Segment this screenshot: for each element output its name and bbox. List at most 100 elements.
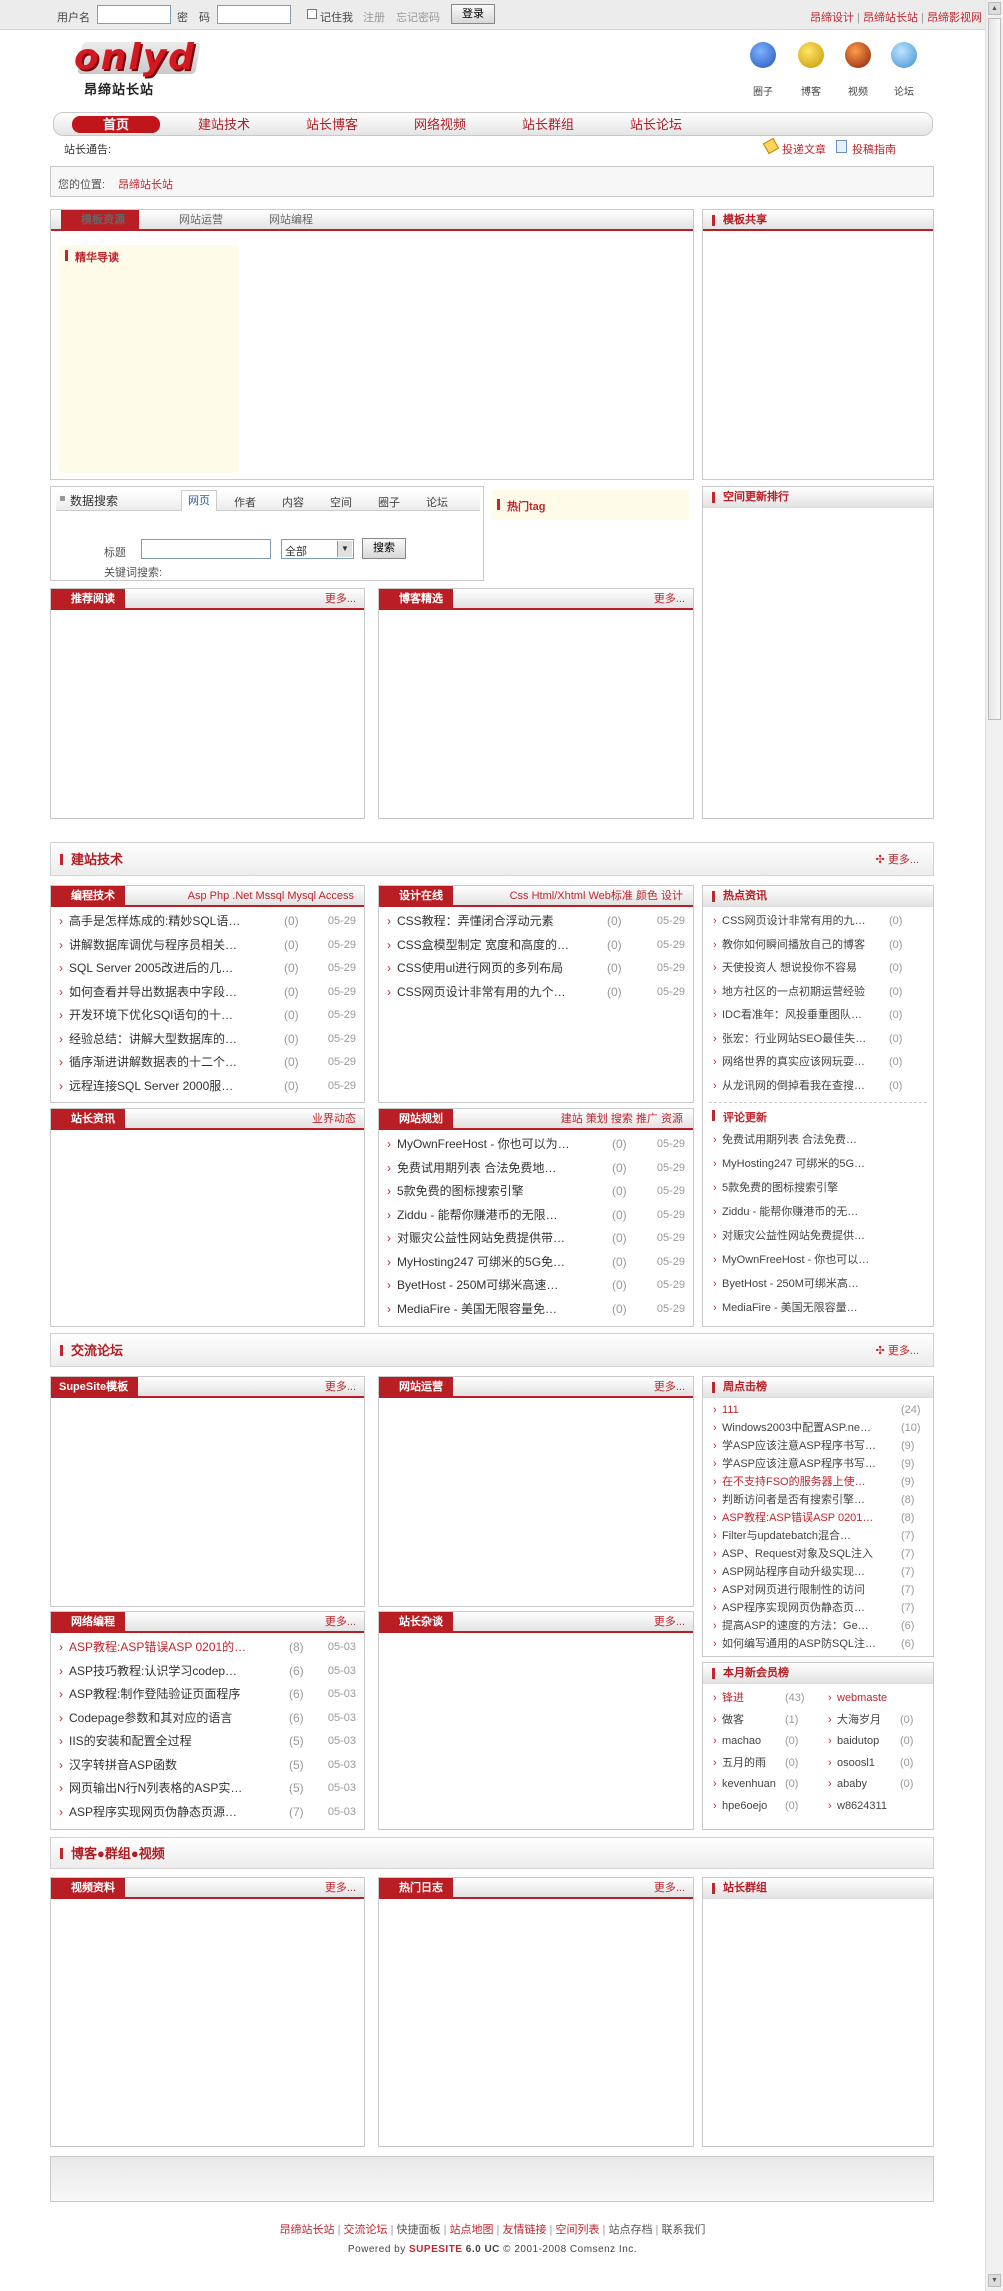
- list-item[interactable]: › ASP程序实现网页伪静态页源… (7) 05-03: [59, 1801, 356, 1824]
- list-item-title[interactable]: 在不支持FSO的服务器上使…: [722, 1473, 866, 1491]
- list-item-title[interactable]: 汉字转拼音ASP函数: [69, 1754, 177, 1777]
- nav-tech[interactable]: 建站技术: [180, 116, 268, 133]
- search-tab-forum[interactable]: 论坛: [426, 494, 448, 510]
- list-item[interactable]: › 开发环境下优化SQl语句的十… (0) 05-29: [59, 1004, 356, 1027]
- net-prog-more-link[interactable]: 更多...: [325, 1612, 356, 1633]
- member-item[interactable]: › kevenhuan (0): [713, 1773, 812, 1796]
- footer-link-spaces[interactable]: 空间列表: [555, 2224, 599, 2236]
- list-item[interactable]: › CSS教程：弄懂闭合浮动元素 (0) 05-29: [387, 910, 685, 933]
- list-item-title[interactable]: ASP教程:ASP错误ASP 0201…: [722, 1509, 873, 1527]
- list-item-title[interactable]: Codepage参数和其对应的语言: [69, 1707, 232, 1730]
- member-item[interactable]: › machao (0): [713, 1730, 812, 1753]
- list-item-title[interactable]: 循序渐进讲解数据表的十二个…: [69, 1051, 237, 1074]
- search-scope-select[interactable]: 全部 ▼: [281, 539, 354, 559]
- member-item[interactable]: › 锋进 (43): [713, 1687, 812, 1710]
- breadcrumb-home-link[interactable]: 昂缔站长站: [118, 176, 173, 192]
- design-link-css[interactable]: Css: [510, 890, 529, 902]
- list-item[interactable]: › 教你如何瞬间播放自己的博客 (0): [713, 934, 927, 958]
- list-item[interactable]: › ASP网站程序自动升级实现… (7): [713, 1563, 927, 1581]
- webmaster-misc-more-link[interactable]: 更多...: [654, 1612, 685, 1633]
- list-item[interactable]: › 经验总结：讲解大型数据库的… (0) 05-29: [59, 1028, 356, 1051]
- list-item[interactable]: › 提高ASP的速度的方法：Ge… (6): [713, 1617, 927, 1635]
- list-item-title[interactable]: ASP网站程序自动升级实现…: [722, 1563, 865, 1581]
- list-item-title[interactable]: MyHosting247 可绑米的5G…: [722, 1152, 865, 1176]
- search-tab-space[interactable]: 空间: [330, 494, 352, 510]
- list-item-title[interactable]: 从龙讯网的倒掉看我在查搜…: [722, 1075, 865, 1099]
- list-item-title[interactable]: Ziddu - 能帮你赚港币的无限…: [397, 1204, 558, 1227]
- list-item[interactable]: › 讲解数据库调优与程序员相关… (0) 05-29: [59, 934, 356, 957]
- list-item-title[interactable]: 网页输出N行N列表格的ASP实…: [69, 1777, 242, 1800]
- member-name[interactable]: w8624311: [837, 1795, 887, 1818]
- design-link-webstd[interactable]: Web标准: [588, 890, 632, 902]
- list-item[interactable]: › 如何查看并导出数据表中字段… (0) 05-29: [59, 981, 356, 1004]
- list-item-title[interactable]: CSS网页设计非常有用的九…: [722, 910, 866, 934]
- list-item-title[interactable]: MyOwnFreeHost - 你也可以为…: [397, 1133, 570, 1156]
- list-item-title[interactable]: 免费试用期列表 合法免费地…: [397, 1157, 556, 1180]
- list-item[interactable]: › ASP、Request对象及SQL注入 (7): [713, 1545, 927, 1563]
- list-item[interactable]: › 学ASP应该注意ASP程序书写… (9): [713, 1455, 927, 1473]
- member-item[interactable]: › ababy (0): [828, 1773, 927, 1796]
- list-item-title[interactable]: CSS教程：弄懂闭合浮动元素: [397, 910, 554, 933]
- forgot-password-link[interactable]: 忘记密码: [396, 9, 440, 25]
- list-item[interactable]: › Filter与updatebatch混合… (7): [713, 1527, 927, 1545]
- icon-label-forum[interactable]: 论坛: [886, 83, 922, 98]
- search-input[interactable]: [141, 539, 271, 559]
- design-link-design[interactable]: 设计: [661, 890, 683, 902]
- post-guide-link[interactable]: 投稿指南: [852, 141, 896, 157]
- list-item-title[interactable]: 对赈灾公益性网站免费提供带…: [397, 1227, 565, 1250]
- list-item-title[interactable]: 免费试用期列表 合法免费…: [722, 1128, 857, 1152]
- forum-icon[interactable]: [891, 42, 917, 68]
- prog-link-net[interactable]: .Net: [232, 890, 252, 902]
- list-item[interactable]: › 5款免费的图标搜索引擎 (0) 05-29: [387, 1180, 685, 1203]
- list-item[interactable]: › 网络世界的真实应该网玩耍… (0): [713, 1051, 927, 1075]
- list-item[interactable]: › 地方社区的一点初期运营经验 (0): [713, 981, 927, 1005]
- list-item-title[interactable]: 如何查看并导出数据表中字段…: [69, 981, 237, 1004]
- list-item[interactable]: › ASP对网页进行限制性的访问 (7): [713, 1581, 927, 1599]
- list-item[interactable]: › MediaFire - 美国无限容量…: [713, 1296, 927, 1320]
- footer-link-sitemap[interactable]: 站点地图: [450, 2224, 494, 2236]
- list-item-title[interactable]: 远程连接SQL Server 2000服…: [69, 1075, 233, 1098]
- list-item[interactable]: › CSS网页设计非常有用的九个… (0) 05-29: [387, 981, 685, 1004]
- prog-link-php[interactable]: Php: [210, 890, 230, 902]
- list-item-title[interactable]: 对赈灾公益性网站免费提供…: [722, 1224, 865, 1248]
- video-icon[interactable]: [845, 42, 871, 68]
- list-item[interactable]: › 5款免费的图标搜索引擎: [713, 1176, 927, 1200]
- member-item[interactable]: › baidutop (0): [828, 1730, 927, 1753]
- list-item[interactable]: › 从龙讯网的倒掉看我在查搜… (0): [713, 1075, 927, 1099]
- list-item-title[interactable]: SQL Server 2005改进后的几…: [69, 957, 233, 980]
- member-name[interactable]: webmaste: [837, 1687, 887, 1710]
- list-item[interactable]: › ASP教程:ASP错误ASP 0201… (8): [713, 1509, 927, 1527]
- list-item[interactable]: › 111 (24): [713, 1401, 927, 1419]
- list-item-title[interactable]: Filter与updatebatch混合…: [722, 1527, 851, 1545]
- list-item-title[interactable]: 提高ASP的速度的方法：Ge…: [722, 1617, 869, 1635]
- list-item-title[interactable]: IDC看准年：风投垂重图队…: [722, 1004, 862, 1028]
- member-name[interactable]: ababy: [837, 1773, 867, 1796]
- member-name[interactable]: hpe6oejo: [722, 1795, 767, 1818]
- list-item[interactable]: › MyOwnFreeHost - 你也可以为… (0) 05-29: [387, 1133, 685, 1156]
- blog-pick-more-link[interactable]: 更多...: [654, 589, 685, 610]
- list-item[interactable]: › CSS使用ul进行网页的多列布局 (0) 05-29: [387, 957, 685, 980]
- list-item-title[interactable]: ByetHost - 250M可绑米高速…: [397, 1274, 558, 1297]
- member-item[interactable]: › 大海岁月 (0): [828, 1709, 927, 1732]
- list-item-title[interactable]: 学ASP应该注意ASP程序书写…: [722, 1437, 876, 1455]
- list-item-title[interactable]: CSS网页设计非常有用的九个…: [397, 981, 566, 1004]
- site-plan-link-promo[interactable]: 推广: [636, 1113, 658, 1125]
- password-input[interactable]: [217, 5, 291, 24]
- list-item-title[interactable]: 5款免费的图标搜索引擎: [397, 1180, 524, 1203]
- prog-link-access[interactable]: Access: [319, 890, 354, 902]
- post-article-link[interactable]: 投递文章: [782, 141, 826, 157]
- list-item[interactable]: › IIS的安装和配置全过程 (5) 05-03: [59, 1730, 356, 1753]
- site-plan-link-build[interactable]: 建站: [561, 1113, 583, 1125]
- list-item[interactable]: › CSS网页设计非常有用的九… (0): [713, 910, 927, 934]
- list-item[interactable]: › 循序渐进讲解数据表的十二个… (0) 05-29: [59, 1051, 356, 1074]
- remember-checkbox[interactable]: [307, 9, 317, 19]
- member-item[interactable]: › w8624311: [828, 1795, 927, 1818]
- list-item[interactable]: › 如何编写通用的ASP防SQL注… (6): [713, 1635, 927, 1653]
- site-ops-more-link[interactable]: 更多...: [654, 1377, 685, 1398]
- scroll-up-icon[interactable]: ▲: [988, 2, 1001, 15]
- list-item-title[interactable]: 高手是怎样炼成的:精妙SQL语…: [69, 910, 240, 933]
- search-tab-content[interactable]: 内容: [282, 494, 304, 510]
- site-plan-link-search[interactable]: 搜索: [611, 1113, 633, 1125]
- list-item[interactable]: › 免费试用期列表 合法免费…: [713, 1128, 927, 1152]
- prog-link-mysql[interactable]: Mysql: [287, 890, 316, 902]
